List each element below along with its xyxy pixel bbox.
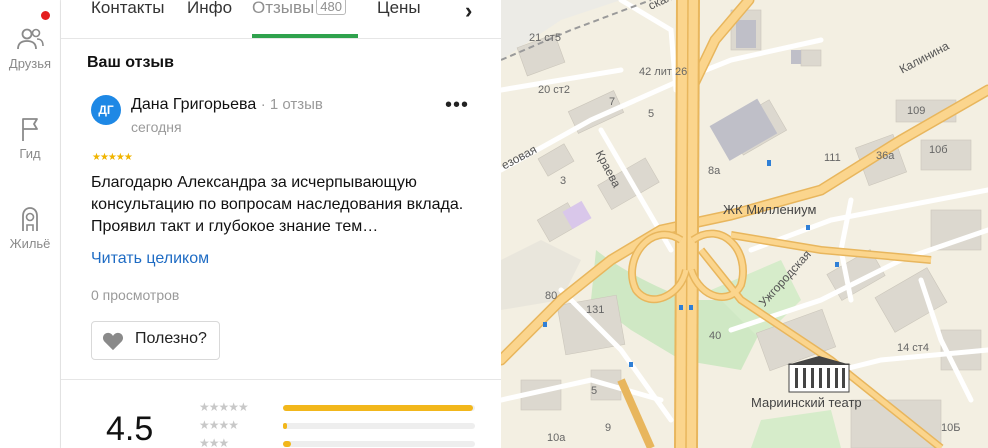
review-text: Благодарю Александра за исчерпывающую ко… (91, 174, 464, 235)
map-label: 36а (876, 150, 895, 162)
flag-icon (22, 118, 38, 141)
reviews-count-badge: 480 (316, 0, 346, 15)
active-tab-indicator (252, 34, 358, 38)
map-label: 10а (547, 432, 566, 444)
map-label: 5 (591, 385, 598, 397)
useful-label: Полезно? (135, 330, 207, 347)
nav-item-housing[interactable]: Жильё (0, 204, 60, 251)
nav-item-friends[interactable]: Друзья (0, 24, 60, 71)
side-nav: Друзья Гид Жильё (0, 0, 61, 448)
map-label: 8а (708, 165, 721, 177)
friends-icon (17, 28, 44, 50)
map-label: 5 (648, 108, 655, 120)
avatar[interactable]: ДГ (91, 95, 121, 125)
nav-label: Жильё (9, 236, 51, 251)
chevron-right-icon[interactable]: › (465, 0, 472, 24)
bar-track (283, 441, 475, 447)
bar-fill (283, 423, 287, 429)
tab-bar: Контакты Инфо Отзывы 480 Цены › (61, 0, 501, 39)
nav-label: Гид (19, 146, 41, 161)
section-title: Ваш отзыв (87, 54, 174, 71)
map[interactable]: 21 ст5 42 лит 26 20 ст2 7 5 3 8а 109 111… (501, 0, 988, 448)
tab-fade (431, 0, 487, 36)
tab-reviews[interactable]: Отзывы 480 (252, 0, 346, 18)
read-more-link[interactable]: Читать целиком (91, 250, 209, 268)
map-poi-label[interactable]: ЖК Миллениум (723, 202, 816, 217)
bar-stars: ★★★★★ (199, 400, 249, 414)
map-label: 42 лит 26 (639, 66, 688, 78)
housing-icon (22, 207, 38, 231)
author-review-count: 1 отзыв (269, 96, 323, 113)
divider (61, 379, 501, 380)
map-label: 3 (560, 175, 567, 187)
views-count: 0 просмотров (91, 287, 180, 303)
map-label: 14 ст4 (897, 342, 929, 354)
author-name: Дана Григорьева (131, 96, 257, 113)
more-options-icon[interactable]: ••• (445, 94, 469, 117)
map-label: 9 (605, 422, 612, 434)
bar-fill (283, 441, 291, 447)
map-label: 7 (609, 96, 616, 108)
map-label: 109 (907, 105, 926, 117)
map-label: 80 (545, 290, 558, 302)
bar-stars: ★★★ (199, 436, 229, 448)
tab-reviews-label: Отзывы (252, 0, 315, 17)
map-label: 40 (709, 330, 722, 342)
bar-track (283, 405, 475, 411)
bar-fill (283, 405, 473, 411)
review-author[interactable]: Дана Григорьева · 1 отзыв (131, 96, 323, 114)
nav-item-guide[interactable]: Гид (0, 114, 60, 161)
map-label: 10б (929, 144, 948, 156)
tab-contacts[interactable]: Контакты (91, 0, 164, 18)
map-label: 10Б (941, 422, 961, 434)
map-label: 111 (824, 152, 841, 164)
bar-stars: ★★★★ (199, 418, 239, 432)
overall-rating: 4.5 (106, 410, 154, 448)
bar-track (283, 423, 475, 429)
heart-icon (102, 332, 124, 351)
map-label: 21 ст5 (529, 32, 561, 44)
map-label: 131 (586, 304, 605, 316)
useful-button[interactable]: Полезно? (91, 321, 220, 360)
place-panel: Контакты Инфо Отзывы 480 Цены › Ваш отзыв… (61, 0, 501, 448)
map-label: 20 ст2 (538, 84, 570, 96)
tab-prices[interactable]: Цены (377, 0, 421, 18)
map-poi-label[interactable]: Мариинский театр (751, 395, 862, 410)
tab-info[interactable]: Инфо (187, 0, 232, 18)
review-stars: ★★★★★ (92, 152, 133, 163)
nav-label: Друзья (8, 56, 52, 71)
notification-dot (41, 11, 50, 20)
review-date: сегодня (131, 119, 182, 135)
